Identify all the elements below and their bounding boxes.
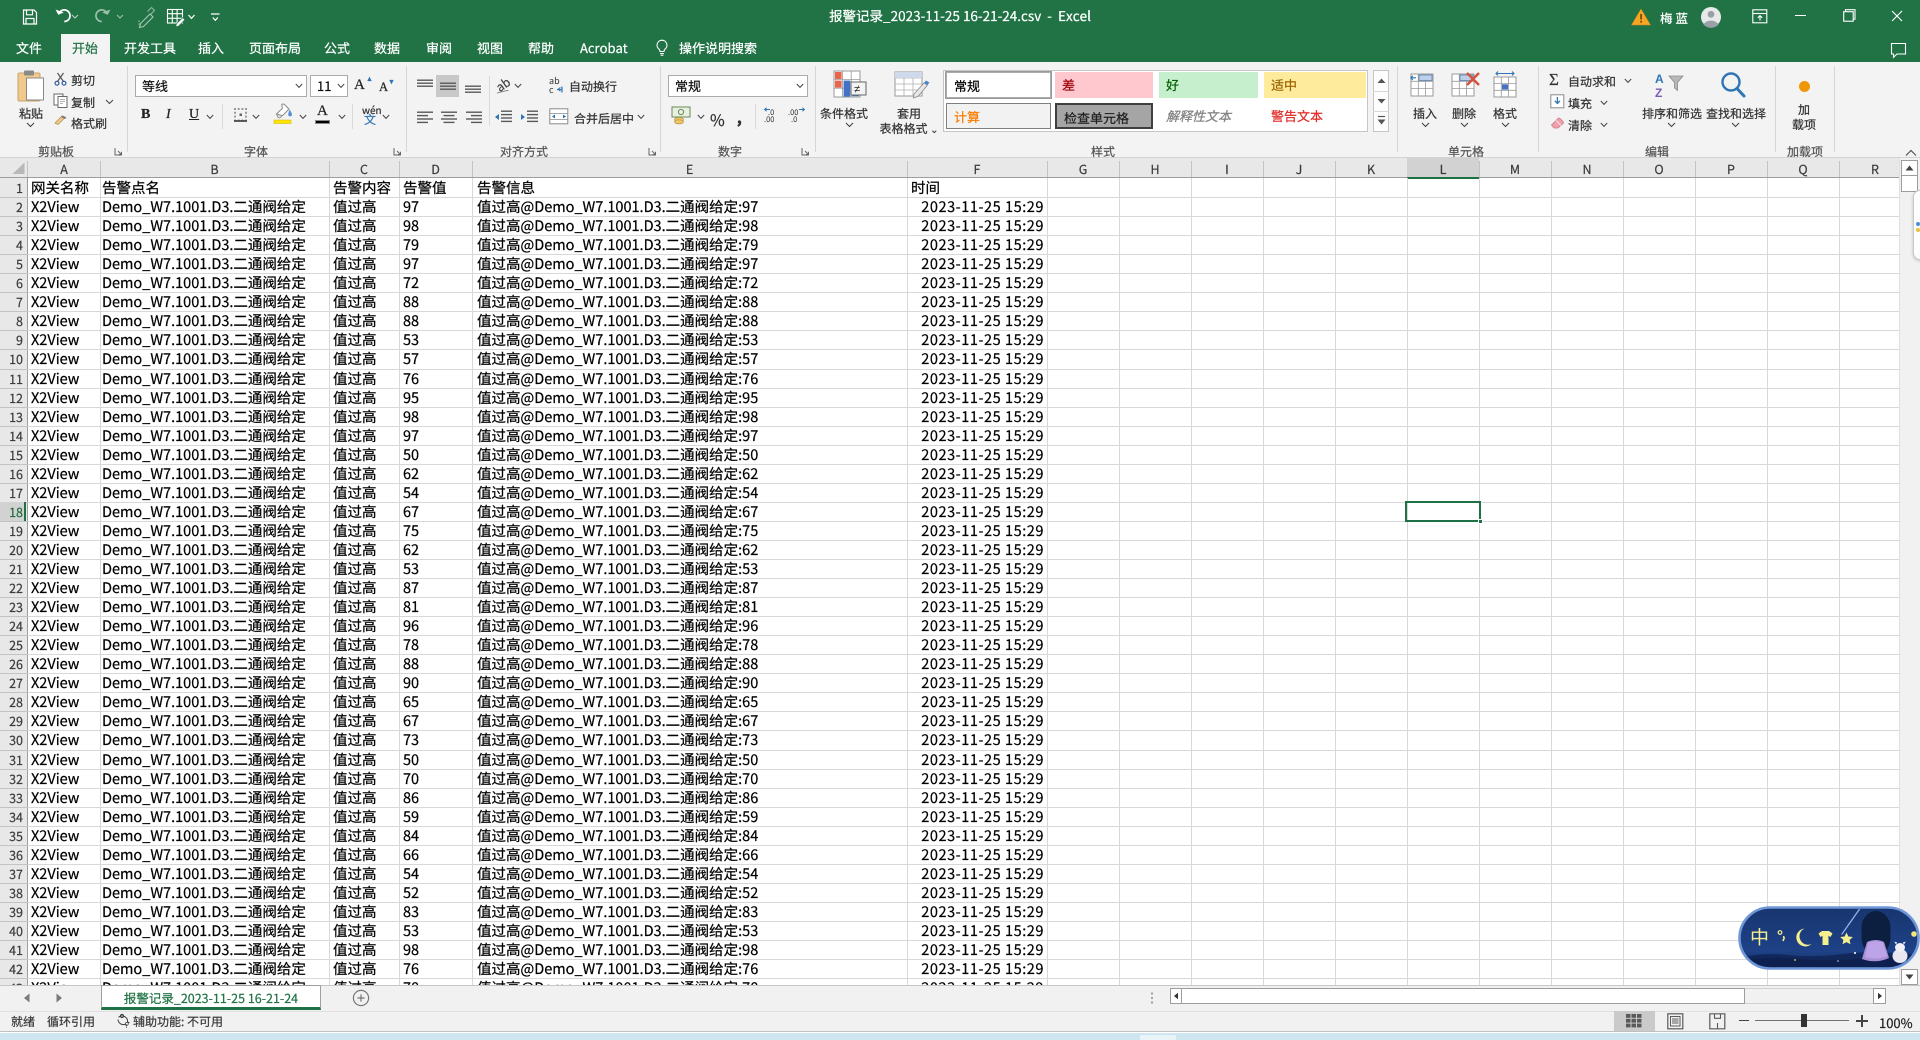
svg-text:Z: Z <box>1655 86 1662 100</box>
svg-text:c: c <box>549 83 554 94</box>
svg-text:?: ? <box>125 1020 130 1029</box>
svg-text:≠: ≠ <box>854 81 860 97</box>
svg-text:.00: .00 <box>764 114 774 123</box>
svg-text:A: A <box>1655 72 1664 86</box>
svg-text:.0: .0 <box>791 114 797 123</box>
svg-text:中: 中 <box>1750 923 1769 950</box>
